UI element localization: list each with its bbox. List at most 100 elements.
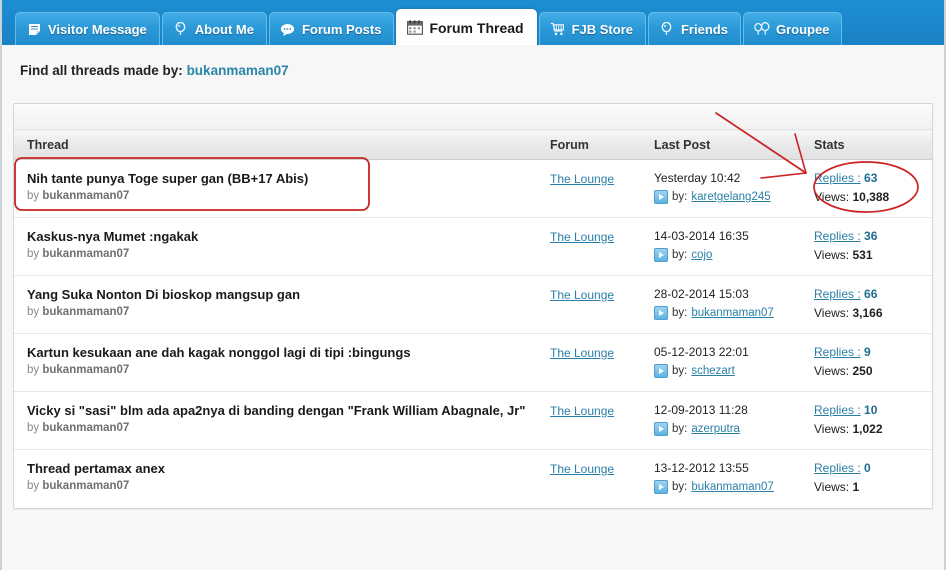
goto-last-post-arrow-icon[interactable] xyxy=(654,306,668,320)
last-post-author-prefix: by: xyxy=(672,307,688,319)
views-stat: Views: 3,166 xyxy=(814,305,932,322)
replies-stat[interactable]: Replies : 9 xyxy=(814,344,932,361)
stats-cell: Replies : 0 Views: 1 xyxy=(814,460,932,500)
last-post-author-prefix: by: xyxy=(672,249,688,261)
thread-title-link[interactable]: Thread pertamax anex xyxy=(27,460,550,478)
replies-stat[interactable]: Replies : 10 xyxy=(814,402,932,419)
goto-last-post-arrow-icon[interactable] xyxy=(654,364,668,378)
forum-cell: The Lounge xyxy=(550,402,654,441)
threads-panel: Thread Forum Last Post Stats Nih tante p… xyxy=(13,103,933,509)
find-threads-username[interactable]: bukanmaman07 xyxy=(187,63,289,78)
thread-title-link[interactable]: Nih tante punya Toge super gan (BB+17 Ab… xyxy=(27,170,550,188)
views-count: 531 xyxy=(852,248,873,262)
last-post-cell: 05-12-2013 22:01 by: schezart xyxy=(654,344,814,383)
views-label: Views: xyxy=(814,480,850,494)
forum-link[interactable]: The Lounge xyxy=(550,172,614,186)
profile-tab-bar: Visitor Message About Me Forum Posts For… xyxy=(2,0,944,45)
page-frame: Visitor Message About Me Forum Posts For… xyxy=(0,0,946,570)
column-header-forum: Forum xyxy=(550,138,589,152)
thread-title-link[interactable]: Vicky si "sasi" blm ada apa2nya di bandi… xyxy=(27,402,550,420)
replies-label[interactable]: Replies : xyxy=(814,403,861,417)
replies-stat[interactable]: Replies : 63 xyxy=(814,170,932,187)
last-post-author-line: by: bukanmaman07 xyxy=(654,306,814,320)
thread-cell: Kaskus-nya Mumet :ngakak by bukanmaman07 xyxy=(14,228,550,267)
last-post-author-prefix: by: xyxy=(672,481,688,493)
table-row[interactable]: Kartun kesukaan ane dah kagak nonggol la… xyxy=(14,334,932,392)
forum-cell: The Lounge xyxy=(550,344,654,383)
replies-stat[interactable]: Replies : 0 xyxy=(814,460,932,477)
last-post-date: 05-12-2013 22:01 xyxy=(654,345,749,359)
stats-cell: Replies : 66 Views: 3,166 xyxy=(814,286,932,325)
replies-count: 10 xyxy=(864,403,878,417)
tab-label: Forum Posts xyxy=(301,21,382,37)
threads-table-body: Nih tante punya Toge super gan (BB+17 Ab… xyxy=(14,160,932,508)
replies-stat[interactable]: Replies : 66 xyxy=(814,286,932,303)
tab-about-me[interactable]: About Me xyxy=(161,12,267,45)
views-stat: Views: 1 xyxy=(814,479,932,496)
forum-link[interactable]: The Lounge xyxy=(550,346,614,360)
replies-label[interactable]: Replies : xyxy=(814,345,861,359)
tab-label: FJB Store xyxy=(571,21,633,37)
last-post-cell: 13-12-2012 13:55 by: bukanmaman07 xyxy=(654,460,814,500)
two-balloons-icon xyxy=(754,22,770,37)
forum-cell: The Lounge xyxy=(550,460,654,500)
views-label: Views: xyxy=(814,422,850,436)
tab-fjb-store[interactable]: FJB Store xyxy=(538,12,646,45)
thread-cell: Yang Suka Nonton Di bioskop mangsup gan b… xyxy=(14,286,550,325)
last-post-author-prefix: by: xyxy=(672,423,688,435)
views-count: 1,022 xyxy=(852,422,883,436)
replies-label[interactable]: Replies : xyxy=(814,461,861,475)
content-area: Find all threads made by: bukanmaman07 T… xyxy=(2,45,944,570)
forum-link[interactable]: The Lounge xyxy=(550,288,614,302)
table-row[interactable]: Kaskus-nya Mumet :ngakak by bukanmaman07 T… xyxy=(14,218,932,276)
last-post-author-prefix: by: xyxy=(672,191,688,203)
goto-last-post-arrow-icon[interactable] xyxy=(654,480,668,494)
forum-link[interactable]: The Lounge xyxy=(550,404,614,418)
thread-author: by bukanmaman07 xyxy=(27,190,550,202)
replies-label[interactable]: Replies : xyxy=(814,229,861,243)
replies-label[interactable]: Replies : xyxy=(814,287,861,301)
tab-groupee[interactable]: Groupee xyxy=(742,12,843,45)
table-row[interactable]: Nih tante punya Toge super gan (BB+17 Ab… xyxy=(14,160,932,218)
table-row[interactable]: Yang Suka Nonton Di bioskop mangsup gan b… xyxy=(14,276,932,334)
last-post-author-link[interactable]: bukanmaman07 xyxy=(691,481,773,493)
stats-cell: Replies : 9 Views: 250 xyxy=(814,344,932,383)
table-row[interactable]: Vicky si "sasi" blm ada apa2nya di bandi… xyxy=(14,392,932,450)
last-post-author-link[interactable]: cojo xyxy=(691,249,712,261)
tab-label: About Me xyxy=(194,21,254,37)
replies-count: 66 xyxy=(864,287,878,301)
tab-forum-thread[interactable]: Forum Thread xyxy=(396,9,537,45)
replies-count: 0 xyxy=(864,461,871,475)
goto-last-post-arrow-icon[interactable] xyxy=(654,190,668,204)
forum-link[interactable]: The Lounge xyxy=(550,230,614,244)
last-post-author-prefix: by: xyxy=(672,365,688,377)
goto-last-post-arrow-icon[interactable] xyxy=(654,422,668,436)
thread-author-name: bukanmaman07 xyxy=(42,306,130,318)
thread-author-name: bukanmaman07 xyxy=(42,248,130,260)
tab-friends[interactable]: Friends xyxy=(647,12,741,45)
last-post-date: 14-03-2014 16:35 xyxy=(654,229,749,243)
last-post-author-link[interactable]: schezart xyxy=(691,365,734,377)
thread-author: by bukanmaman07 xyxy=(27,422,550,434)
column-header-stats: Stats xyxy=(814,138,845,152)
tab-label: Friends xyxy=(680,21,728,37)
table-row[interactable]: Thread pertamax anex by bukanmaman07 The L… xyxy=(14,450,932,508)
find-threads-heading: Find all threads made by: bukanmaman07 xyxy=(20,63,289,78)
thread-cell: Vicky si "sasi" blm ada apa2nya di bandi… xyxy=(14,402,550,441)
thread-title-link[interactable]: Yang Suka Nonton Di bioskop mangsup gan xyxy=(27,286,550,304)
last-post-author-link[interactable]: azerputra xyxy=(691,423,740,435)
thread-title-link[interactable]: Kaskus-nya Mumet :ngakak xyxy=(27,228,550,246)
views-count: 250 xyxy=(852,364,873,378)
forum-link[interactable]: The Lounge xyxy=(550,462,614,476)
replies-label[interactable]: Replies : xyxy=(814,171,861,185)
replies-stat[interactable]: Replies : 36 xyxy=(814,228,932,245)
thread-title-link[interactable]: Kartun kesukaan ane dah kagak nonggol la… xyxy=(27,344,550,362)
thread-author-name: bukanmaman07 xyxy=(42,422,130,434)
tab-forum-posts[interactable]: Forum Posts xyxy=(268,12,395,45)
last-post-author-link[interactable]: karetgelang245 xyxy=(691,191,770,203)
tab-visitor-message[interactable]: Visitor Message xyxy=(15,12,160,45)
last-post-author-link[interactable]: bukanmaman07 xyxy=(691,307,773,319)
views-stat: Views: 531 xyxy=(814,247,932,264)
goto-last-post-arrow-icon[interactable] xyxy=(654,248,668,262)
last-post-cell: 12-09-2013 11:28 by: azerputra xyxy=(654,402,814,441)
